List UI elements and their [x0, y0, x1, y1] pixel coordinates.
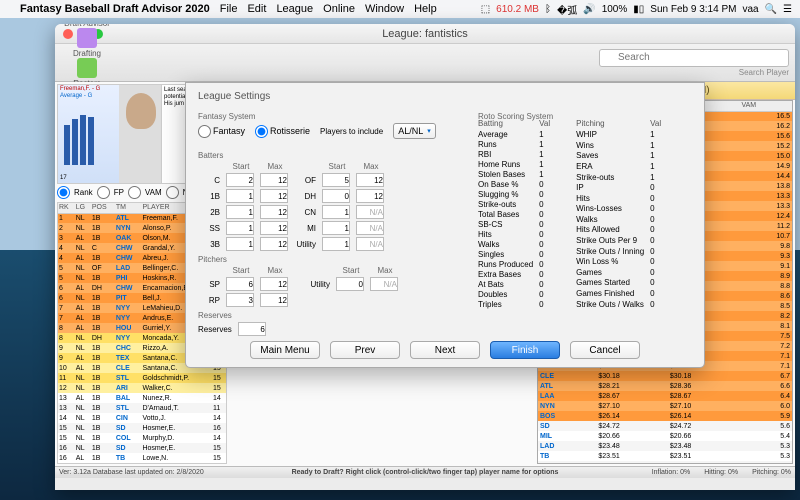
- pos-input[interactable]: [336, 277, 364, 291]
- fantasy-radio[interactable]: Fantasy: [198, 125, 245, 138]
- pos-input[interactable]: [226, 237, 254, 251]
- window-title: League: fantistics: [55, 28, 795, 40]
- table-row[interactable]: 13AL1BBALNunez,R.14: [58, 393, 226, 403]
- pos-input[interactable]: [356, 189, 384, 203]
- pos-input[interactable]: [322, 237, 350, 251]
- pos-input[interactable]: [322, 205, 350, 219]
- table-row[interactable]: 16AL1BTBLowe,N.15: [58, 453, 226, 463]
- pos-input[interactable]: [356, 173, 384, 187]
- main-window: League: fantistics SettingsCheatsheetWeb…: [55, 24, 795, 490]
- player-photo: [120, 85, 162, 183]
- main-menu-button[interactable]: Main Menu: [250, 341, 320, 359]
- table-row[interactable]: TB$25.96$25.965.3: [538, 461, 792, 464]
- bt-icon[interactable]: ᛒ: [545, 4, 551, 15]
- pos-input[interactable]: [260, 237, 288, 251]
- table-row[interactable]: LAD$23.48$23.485.3: [538, 441, 792, 451]
- rotisserie-radio[interactable]: Rotisserie: [255, 125, 310, 138]
- pos-input[interactable]: [260, 221, 288, 235]
- menu-window[interactable]: Window: [365, 3, 404, 15]
- search-input[interactable]: [599, 49, 789, 67]
- table-row[interactable]: 12NL1BARIWalker,C.15: [58, 383, 226, 393]
- pos-input[interactable]: [226, 277, 254, 291]
- pos-input[interactable]: [356, 221, 384, 235]
- pos-input[interactable]: [226, 293, 254, 307]
- wifi-icon[interactable]: �弧: [557, 2, 577, 17]
- pos-input[interactable]: [260, 293, 288, 307]
- vam-radio[interactable]: [128, 186, 141, 199]
- toolbar: SettingsCheatsheetWeb UpdateDraft Adviso…: [55, 44, 795, 82]
- players-include-select[interactable]: AL/NL▾: [393, 123, 436, 139]
- spotlight-icon[interactable]: 🔍: [765, 4, 777, 15]
- table-row[interactable]: 16NL1BSDHosmer,E.15: [58, 443, 226, 453]
- titlebar: League: fantistics: [55, 24, 795, 44]
- menu-online[interactable]: Online: [323, 3, 355, 15]
- reserves-input[interactable]: [238, 322, 266, 336]
- rank-radio[interactable]: [57, 186, 70, 199]
- search-label: Search Player: [739, 68, 789, 77]
- table-row[interactable]: 11NL1BSTLGoldschmidt,P.15: [58, 373, 226, 383]
- nl-radio[interactable]: [166, 186, 179, 199]
- sheet-title: League Settings: [198, 91, 692, 102]
- next-button[interactable]: Next: [410, 341, 480, 359]
- table-row[interactable]: 15NL1BCOLMurphy,D.14: [58, 433, 226, 443]
- fp-radio[interactable]: [97, 186, 110, 199]
- menu-file[interactable]: File: [220, 3, 238, 15]
- pos-input[interactable]: [226, 173, 254, 187]
- pos-input[interactable]: [322, 189, 350, 203]
- table-row[interactable]: 17AL1BBOSMoreland,M.10: [58, 463, 226, 464]
- pos-input[interactable]: [260, 277, 288, 291]
- battery-indicator: 100%: [602, 4, 628, 15]
- volume-icon[interactable]: 🔊: [583, 4, 595, 15]
- pos-input[interactable]: [260, 173, 288, 187]
- table-row[interactable]: SD$24.72$24.725.6: [538, 421, 792, 431]
- table-row[interactable]: BOS$26.14$26.145.9: [538, 411, 792, 421]
- menu-edit[interactable]: Edit: [247, 3, 266, 15]
- dropbox-icon[interactable]: ⬚: [481, 4, 490, 15]
- menu-league[interactable]: League: [276, 3, 313, 15]
- finish-button[interactable]: Finish: [490, 341, 560, 359]
- pos-input[interactable]: [226, 221, 254, 235]
- pitching-scoring: PitchingValWHIP1Wins1Saves1ERA1Strike-ou…: [576, 119, 663, 310]
- table-row[interactable]: MIL$20.66$20.665.4: [538, 431, 792, 441]
- table-row[interactable]: NYN$27.10$27.106.0: [538, 401, 792, 411]
- chevron-down-icon: ▾: [427, 127, 431, 135]
- pos-input[interactable]: [226, 189, 254, 203]
- table-row[interactable]: 15NL1BSDHosmer,E.16: [58, 423, 226, 433]
- pos-input[interactable]: [356, 205, 384, 219]
- table-row[interactable]: 14NL1BCINVotto,J.14: [58, 413, 226, 423]
- pos-input[interactable]: [226, 205, 254, 219]
- cancel-button[interactable]: Cancel: [570, 341, 640, 359]
- battery-icon[interactable]: ▮▯: [633, 4, 644, 15]
- batting-scoring: BattingValAverage1Runs1RBI1Home Runs1Sto…: [478, 119, 552, 310]
- pos-input[interactable]: [370, 277, 398, 291]
- table-row[interactable]: LAA$28.67$28.676.4: [538, 391, 792, 401]
- menubar: Fantasy Baseball Draft Advisor 2020 File…: [0, 0, 800, 18]
- table-row[interactable]: TB$23.51$23.515.3: [538, 451, 792, 461]
- user-name[interactable]: vaa: [742, 4, 758, 15]
- pos-input[interactable]: [260, 189, 288, 203]
- notif-icon[interactable]: ☰: [783, 4, 792, 15]
- league-settings-sheet: League Settings Fantasy System Fantasy R…: [185, 82, 705, 368]
- status-bar: Ver: 3.12a Database last updated on: 2/8…: [55, 466, 795, 478]
- pos-input[interactable]: [322, 221, 350, 235]
- prev-button[interactable]: Prev: [330, 341, 400, 359]
- table-row[interactable]: ATL$28.21$28.366.6: [538, 381, 792, 391]
- table-row[interactable]: CLE$30.18$30.186.7: [538, 371, 792, 381]
- menu-help[interactable]: Help: [414, 3, 437, 15]
- clock[interactable]: Sun Feb 9 3:14 PM: [650, 4, 736, 15]
- pos-input[interactable]: [260, 205, 288, 219]
- mem-indicator: 610.2 MB: [496, 4, 539, 15]
- pos-input[interactable]: [322, 173, 350, 187]
- app-name[interactable]: Fantasy Baseball Draft Advisor 2020: [20, 3, 210, 15]
- table-row[interactable]: 13NL1BSTLD'Arnaud,T.11: [58, 403, 226, 413]
- pos-input[interactable]: [356, 237, 384, 251]
